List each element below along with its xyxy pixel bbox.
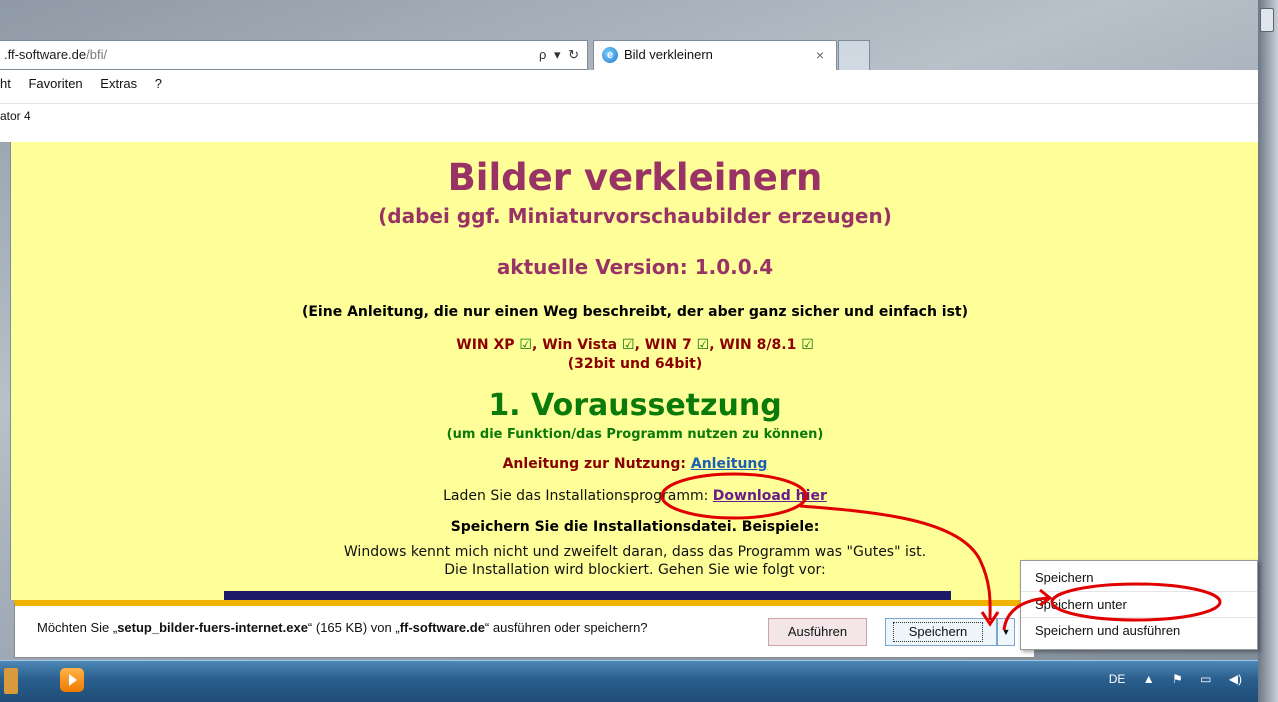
save-dropdown-arrow[interactable]: ▼ [997, 618, 1015, 646]
section-subheading: (um die Funktion/das Programm nutzen zu … [446, 427, 824, 442]
media-player-icon[interactable] [60, 668, 84, 692]
save-options-menu: Speichern Speichern unter Speichern und … [1020, 560, 1258, 650]
menu-save-and-run[interactable]: Speichern und ausführen [1021, 617, 1257, 643]
browser-toolbars: ht Favoriten Extras ? ator 4 [0, 70, 1258, 142]
save-button-label: Speichern [893, 622, 983, 642]
instructions-link[interactable]: Anleitung [691, 456, 768, 472]
window-control-button[interactable] [1260, 8, 1274, 32]
menu-save-as[interactable]: Speichern unter [1021, 591, 1257, 617]
bitness-label: (32bit und 64bit) [567, 356, 703, 372]
site-name: ff-software.de [399, 620, 485, 635]
question-prefix: Möchten Sie „ [37, 620, 118, 635]
run-button[interactable]: Ausführen [768, 618, 867, 646]
tab-title: Bild verkleinern [624, 47, 713, 62]
ie-icon: e [602, 47, 618, 63]
instructions-label: Anleitung zur Nutzung: [502, 456, 686, 472]
page-title: Bilder verkleinern [447, 156, 823, 199]
os-support-list: WIN XP ☑, Win Vista ☑, WIN 7 ☑, WIN 8/8.… [456, 337, 814, 353]
checkbox-icon: ☑ [696, 337, 710, 353]
download-text: Laden Sie das Installationsprogramm: [443, 488, 709, 504]
version-label: aktuelle Version: 1.0.0.4 [496, 255, 774, 279]
menu-item-favorites[interactable]: Favoriten [28, 76, 82, 91]
menu-bar: ht Favoriten Extras ? [0, 76, 176, 91]
screen: .ff-software.de/bfi/ ρ ▾ ↻ e Bild verkle… [0, 0, 1278, 702]
tab-bild-verkleinern[interactable]: e Bild verkleinern × [593, 40, 837, 70]
menu-item-extras[interactable]: Extras [100, 76, 137, 91]
download-link[interactable]: Download hier [713, 488, 827, 504]
download-question: Möchten Sie „setup_bilder-fuers-internet… [37, 620, 648, 635]
file-name: setup_bilder-fuers-internet.exe [117, 620, 308, 635]
section-heading: 1. Voraussetzung [488, 388, 782, 423]
toolbar-divider [0, 103, 1258, 104]
system-tray: DE ▲ ⚑ ▭ ◀) [1095, 672, 1242, 686]
search-refresh-icons[interactable]: ρ ▾ ↻ [539, 41, 581, 69]
page-subtitle: (dabei ggf. Miniaturvorschaubilder erzeu… [378, 204, 892, 228]
menu-item-help[interactable]: ? [155, 76, 162, 91]
menu-item-view[interactable]: ht [0, 76, 11, 91]
address-bar[interactable]: .ff-software.de/bfi/ ρ ▾ ↻ [0, 40, 588, 70]
os-vista: Win Vista [542, 337, 618, 353]
address-path: /bfi/ [86, 47, 108, 62]
checkbox-icon: ☑ [622, 337, 635, 353]
favorites-bar-item[interactable]: ator 4 [0, 109, 31, 123]
action-center-flag-icon[interactable]: ⚑ [1172, 672, 1183, 686]
address-host: .ff-software.de [4, 47, 87, 62]
volume-icon[interactable]: ◀) [1229, 672, 1242, 686]
menu-save[interactable]: Speichern [1021, 565, 1257, 591]
checkbox-icon: ☑ [801, 337, 814, 353]
os-xp: WIN XP [456, 337, 515, 353]
window-frame-right [1258, 0, 1278, 702]
new-tab-button[interactable] [838, 40, 870, 70]
guide-hint: (Eine Anleitung, die nur einen Weg besch… [301, 304, 969, 320]
network-icon[interactable]: ▭ [1200, 672, 1211, 686]
download-line: Laden Sie das Installationsprogramm: Dow… [11, 488, 1258, 504]
instructions-line: Anleitung zur Nutzung: Anleitung [11, 456, 1258, 472]
save-heading: Speichern Sie die Installationsdatei. Be… [450, 519, 820, 535]
language-indicator[interactable]: DE [1109, 672, 1126, 686]
close-icon[interactable]: × [816, 41, 824, 69]
taskbar: DE ▲ ⚑ ▭ ◀) [0, 660, 1258, 702]
save-button[interactable]: Speichern [885, 618, 997, 646]
show-hidden-icons-icon[interactable]: ▲ [1143, 672, 1155, 686]
question-middle: “ (165 KB) von „ [307, 620, 400, 635]
question-suffix: “ ausführen oder speichern? [484, 620, 648, 635]
checkbox-icon: ☑ [519, 337, 532, 353]
windows-note-1: Windows kennt mich nicht und zweifelt da… [343, 544, 927, 560]
page-image-edge [224, 591, 951, 600]
download-notification-bar: Möchten Sie „setup_bilder-fuers-internet… [14, 600, 1034, 658]
os-win7: WIN 7 [644, 337, 692, 353]
web-page: Bilder verkleinern (dabei ggf. Miniaturv… [10, 142, 1258, 600]
os-win8: WIN 8/8.1 [719, 337, 797, 353]
taskbar-pinned-app[interactable] [4, 668, 18, 694]
